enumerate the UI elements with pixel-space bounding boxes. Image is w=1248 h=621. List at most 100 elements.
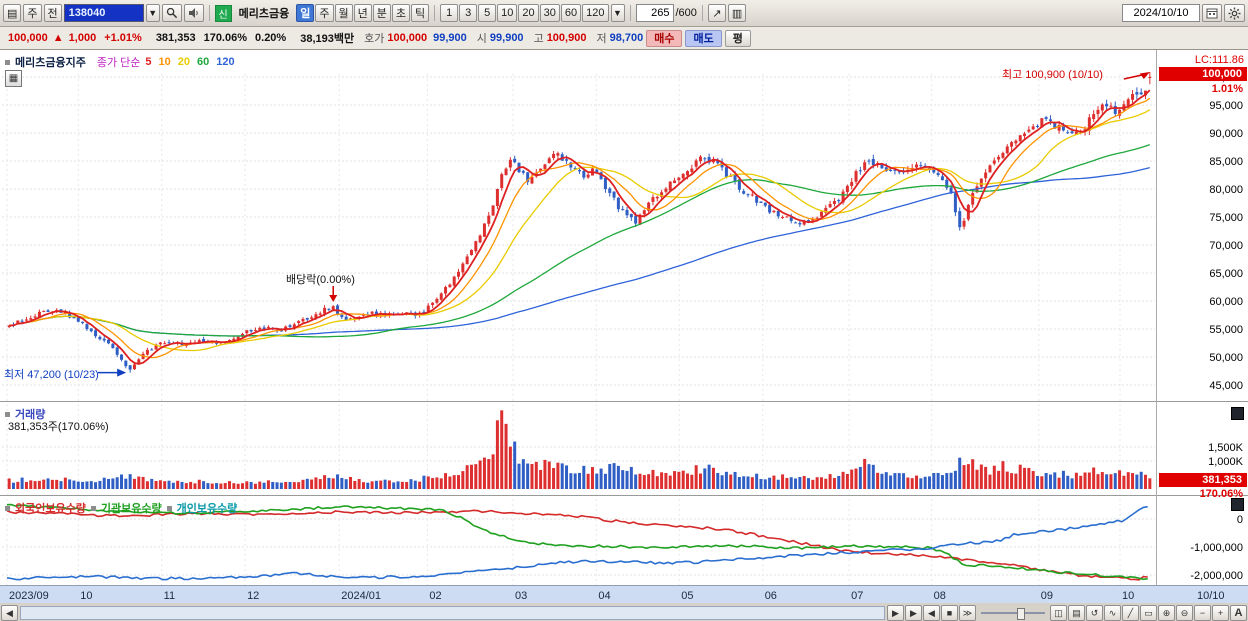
- interval-button-group: 1 3 5 10 20 30 60 120: [440, 4, 609, 22]
- scroll-right-button[interactable]: ▶: [887, 605, 904, 621]
- replay-back-button[interactable]: ◀: [923, 605, 940, 621]
- legend-square-icon: [5, 59, 10, 65]
- lc-indicator-label: LC:111.86: [1194, 54, 1244, 66]
- interval-button-6[interactable]: 60: [560, 4, 582, 22]
- trendline-icon: ↗: [712, 7, 722, 20]
- zoom-out-button[interactable]: −: [1194, 605, 1211, 621]
- turnover-percent: 0.20%: [255, 32, 287, 44]
- ma-legend-prefix: 종가 단순: [96, 57, 141, 69]
- x-axis-label: 10: [1122, 590, 1134, 602]
- annotation-high: 최고 100,900 (10/10): [1002, 69, 1103, 81]
- main-chart-legend: 메리츠금융지주 종가 단순 5 10 20 60 120: [5, 54, 235, 70]
- jeon-toggle-button[interactable]: 전: [43, 4, 62, 22]
- chart-scrollbar-track[interactable]: [20, 606, 885, 620]
- replay-speed-slider[interactable]: [981, 608, 1045, 620]
- x-axis-label: 02: [429, 590, 441, 602]
- candle-count-input[interactable]: [635, 4, 674, 22]
- price-axis-label: 95,000: [1209, 100, 1243, 112]
- settings-button[interactable]: [1224, 4, 1245, 22]
- calendar-button[interactable]: [1202, 4, 1222, 22]
- slider-rail: [981, 612, 1045, 614]
- layout-panels-button[interactable]: ◫: [1050, 605, 1067, 621]
- toolbar-divider: [208, 5, 210, 21]
- sell-button[interactable]: 매도: [685, 29, 722, 47]
- holdings-axis-label: -1,000,000: [1190, 542, 1243, 554]
- average-button[interactable]: 평: [724, 29, 751, 47]
- ju-toggle-button[interactable]: 주: [23, 4, 42, 22]
- holdings-legend: 외국인보유수량 기관보유수량 개인보유수량: [5, 500, 237, 516]
- chart-tools-cluster: ◫ ▤ ↺ ∿ ╱ ▭ ⊕ ⊖: [1050, 605, 1193, 621]
- low-label: 저: [596, 33, 607, 45]
- replay-forward-button[interactable]: ≫: [959, 605, 976, 621]
- holdings-legend-label-0: 외국인보유수량: [15, 503, 86, 515]
- x-axis-label: 05: [681, 590, 693, 602]
- zoom-area-in-button[interactable]: ⊕: [1158, 605, 1175, 621]
- period-button-2[interactable]: 월: [334, 4, 353, 22]
- ma-line-20: [9, 109, 1151, 352]
- trendline-tool-button[interactable]: ↗: [707, 4, 726, 22]
- low-price: 98,700: [609, 32, 644, 44]
- trendline-button[interactable]: ╱: [1122, 605, 1139, 621]
- textbox-button[interactable]: ▭: [1140, 605, 1157, 621]
- interval-button-2[interactable]: 5: [478, 4, 497, 22]
- stock-search-button[interactable]: [161, 4, 182, 22]
- interval-button-4[interactable]: 20: [518, 4, 539, 22]
- legend-square-icon: [90, 505, 96, 511]
- replay-play-button[interactable]: ▶: [905, 605, 922, 621]
- period-button-4[interactable]: 분: [372, 4, 391, 22]
- speaker-icon: [188, 8, 198, 18]
- interval-button-7[interactable]: 120: [582, 4, 609, 22]
- x-axis-label: 06: [765, 590, 777, 602]
- indicator-wave-button[interactable]: ∿: [1104, 605, 1121, 621]
- change-percent: +1.01%: [104, 32, 142, 44]
- annotation-low: 최저 47,200 (10/23): [4, 369, 99, 381]
- chart-scroll-row: ◀ ▶ ▶ ◀ ■ ≫ ◫ ▤ ↺ ∿ ╱ ▭ ⊕ ⊖ − + A: [0, 603, 1248, 621]
- volume-pane-maximize-button[interactable]: [1231, 407, 1244, 420]
- x-axis-label: 10: [80, 590, 92, 602]
- zoom-in-button[interactable]: +: [1212, 605, 1229, 621]
- interval-button-0[interactable]: 1: [440, 4, 459, 22]
- current-price: 100,000: [8, 32, 48, 44]
- period-button-6[interactable]: 틱: [411, 4, 430, 22]
- volume-axis-label: 1,500K: [1208, 442, 1244, 454]
- layout-panels-icon: ◫: [1054, 607, 1063, 618]
- slider-thumb[interactable]: [1017, 608, 1025, 620]
- chart-style-button[interactable]: ▥: [727, 4, 747, 22]
- buy-button[interactable]: 매수: [646, 29, 683, 47]
- undo-icon: ↺: [1090, 607, 1099, 618]
- sound-alert-button[interactable]: [183, 4, 204, 22]
- high-price: 100,900: [546, 32, 587, 44]
- ma-line-10: [9, 97, 1151, 359]
- auto-scale-button[interactable]: A: [1230, 605, 1247, 621]
- current-volume-box: 381,353: [1159, 473, 1247, 487]
- scroll-left-button[interactable]: ◀: [1, 605, 18, 621]
- hoga-label: 호가: [364, 33, 385, 45]
- period-button-5[interactable]: 초: [391, 4, 411, 22]
- undo-button[interactable]: ↺: [1086, 605, 1103, 621]
- grid-settings-button[interactable]: ▤: [1068, 605, 1085, 621]
- holdings-pane-maximize-button[interactable]: [1231, 498, 1244, 511]
- chart-date-input[interactable]: [1122, 4, 1200, 22]
- period-button-1[interactable]: 주: [315, 4, 334, 22]
- menu-grid-button[interactable]: ▤: [3, 4, 22, 22]
- replay-stop-button[interactable]: ■: [941, 605, 958, 621]
- holdings-legend-label-1: 기관보유수량: [100, 503, 162, 515]
- interval-dropdown-button[interactable]: ▼: [610, 4, 625, 22]
- chart-tool-button[interactable]: ▦: [5, 70, 22, 87]
- chart-canvas[interactable]: 100,000 95,000 90,000 85,000 80,000 75,000 70,…: [0, 50, 1248, 603]
- new-stock-badge: 신: [214, 4, 232, 22]
- zoom-area-out-button[interactable]: ⊖: [1176, 605, 1193, 621]
- play-icon: ▶: [910, 607, 917, 618]
- interval-button-3[interactable]: 10: [497, 4, 518, 22]
- x-axis-label: 12: [247, 590, 259, 602]
- interval-button-1[interactable]: 3: [459, 4, 478, 22]
- candle-total-label: /600: [675, 7, 697, 19]
- stock-code-input[interactable]: [63, 4, 144, 22]
- fast-forward-icon: ≫: [962, 607, 973, 618]
- period-button-3[interactable]: 년: [353, 4, 372, 22]
- interval-button-5[interactable]: 30: [539, 4, 560, 22]
- period-button-0[interactable]: 일: [296, 4, 315, 22]
- quote-bar: 100,000 ▲ 1,000 +1.01% 381,353 170.06% 0…: [0, 27, 1248, 50]
- minus-icon: −: [1199, 608, 1206, 618]
- code-dropdown-button[interactable]: ▼: [145, 4, 160, 22]
